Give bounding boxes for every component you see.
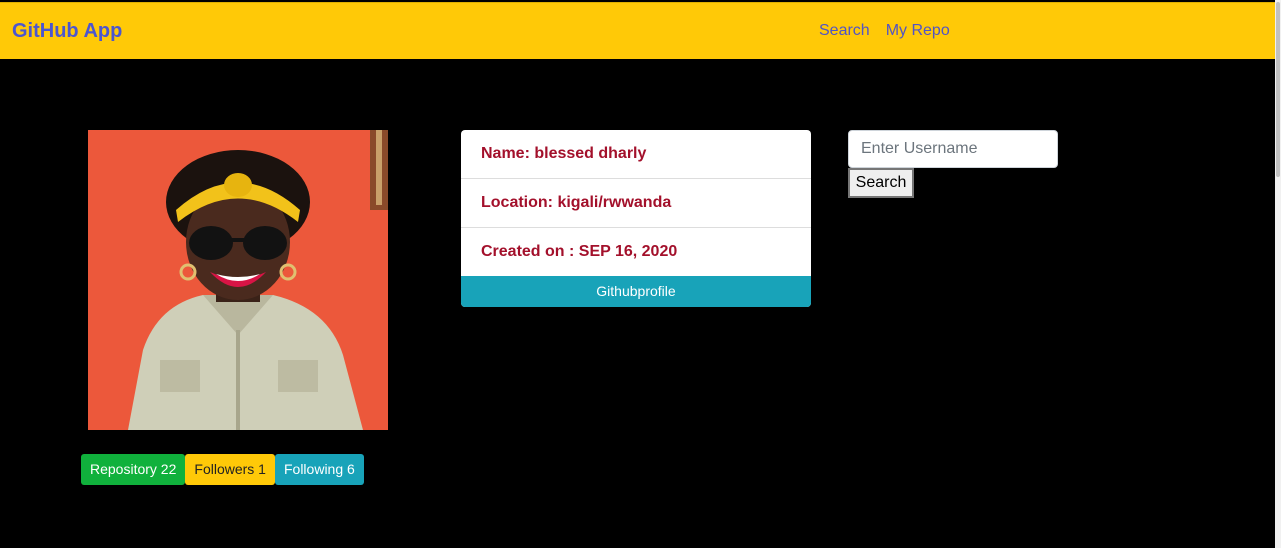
scrollbar-thumb[interactable] (1276, 2, 1280, 177)
repository-badge[interactable]: Repository 22 (81, 454, 186, 485)
avatar-photo (88, 130, 388, 430)
navbar: GitHub App Search My Repo (0, 2, 1275, 59)
search-button[interactable]: Search (848, 168, 914, 198)
profile-name: Name: blessed dharly (461, 130, 811, 179)
following-badge[interactable]: Following 6 (274, 454, 364, 485)
followers-badge[interactable]: Followers 1 (185, 454, 275, 485)
nav-links: Search My Repo (819, 22, 950, 40)
profile-card: Name: blessed dharly Location: kigali/rw… (461, 130, 811, 307)
profile-created: Created on : SEP 16, 2020 (481, 243, 678, 260)
avatar (88, 130, 388, 430)
page: GitHub App Search My Repo Repository 22 … (0, 0, 1281, 548)
nav-link-my-repo[interactable]: My Repo (886, 22, 950, 40)
nav-link-search[interactable]: Search (819, 22, 870, 40)
scrollbar[interactable] (1275, 0, 1281, 548)
profile-location: Location: kigali/rwwanda (461, 179, 811, 228)
stats-badges: Repository 22 Followers 1 Following 6 (81, 454, 364, 485)
github-profile-button[interactable]: Githubprofile (461, 276, 811, 307)
brand-link[interactable]: GitHub App (12, 20, 122, 43)
username-search-input[interactable] (848, 130, 1058, 168)
